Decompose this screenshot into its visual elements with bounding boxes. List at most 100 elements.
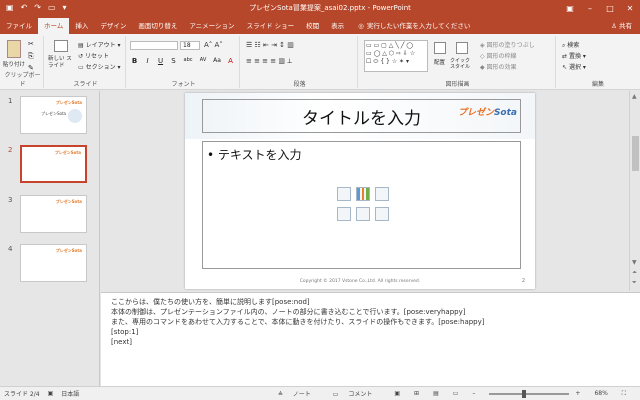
tab-transitions[interactable]: 画面切り替え — [132, 18, 183, 34]
new-slide-button[interactable]: 新しい スライド — [48, 56, 74, 70]
quick-styles-icon[interactable] — [456, 42, 468, 54]
previous-slide-icon[interactable]: ⏶ — [632, 269, 637, 277]
notes-pane[interactable]: ここからは、僕たちの使い方を、簡単に説明します[pose:nod] 本体の制御は… — [101, 292, 640, 386]
bold-button[interactable]: B — [130, 57, 139, 65]
shape-fill-label: 図形の塗りつぶし — [486, 42, 535, 49]
change-case-button[interactable]: Aa — [212, 57, 222, 65]
thumb-title: プレゼンSota — [41, 111, 67, 116]
tab-view[interactable]: 表示 — [325, 18, 350, 34]
share-button[interactable]: ♙ 共有 — [611, 18, 632, 34]
maximize-button[interactable]: □ — [600, 4, 620, 13]
align-icons[interactable]: ≡ ≡ ≡ ≡ ▥ ⟂ — [246, 57, 292, 66]
customize-qat-icon[interactable]: ▾ — [63, 4, 67, 12]
vertical-scrollbar[interactable]: ▲ ▼ ⏶ ⏷ — [629, 91, 640, 291]
ribbon-display-icon[interactable]: ▣ — [560, 4, 580, 13]
bullet-text[interactable]: • テキストを入力 — [207, 146, 302, 163]
arrange-icon[interactable] — [434, 42, 446, 54]
slideshow-view-icon[interactable]: ▭ — [453, 390, 459, 397]
minimize-button[interactable]: – — [580, 4, 600, 13]
window-title: プレゼンSota冒業提案_asai02.pptx - PowerPoint — [249, 4, 411, 12]
tab-animations[interactable]: アニメーション — [183, 18, 240, 34]
zoom-in-button[interactable]: + — [575, 390, 580, 397]
arrange-button[interactable]: 配置 — [434, 58, 445, 66]
italic-button[interactable]: I — [143, 57, 152, 65]
font-grow-shrink-icon[interactable]: A˄ A˅ — [204, 41, 223, 49]
content-placeholder[interactable]: • テキストを入力 — [202, 141, 521, 269]
shapes-gallery[interactable]: ▭ ▭ ▢ △ ╲ ╱ ◯ ▭ ◯ △ ⬡ ⇨ ⇩ ☆ ☐ ⬭ { } ☆ ✶ ▾ — [364, 40, 428, 72]
shape-outline-button[interactable]: ◇ 図形の枠線 — [480, 51, 517, 60]
redo-icon[interactable]: ↷ — [34, 4, 41, 12]
slide-counter: スライド 2/4 — [4, 391, 40, 398]
shadow-button[interactable]: S — [169, 57, 178, 65]
new-slide-icon[interactable] — [54, 40, 68, 52]
char-spacing-button[interactable]: AV — [198, 57, 208, 65]
language-indicator[interactable]: 日本語 — [61, 389, 79, 398]
editing-label: 編集 — [591, 81, 604, 88]
font-color-button[interactable]: A — [226, 57, 235, 65]
scroll-up-arrow-icon[interactable]: ▲ — [632, 93, 637, 100]
notes-line-5: [next] — [111, 338, 132, 346]
insert-chart-icon[interactable] — [356, 187, 370, 201]
slides-group: 新しい スライド ▤ レイアウト ▾ ↺ リセット ▭ セクション ▾ スライド — [46, 36, 126, 88]
strikethrough-button[interactable]: abc — [182, 57, 194, 65]
replace-label: 置換 — [568, 53, 581, 60]
copy-icon[interactable]: ⎘ — [28, 52, 34, 61]
slide-thumbnail-2[interactable]: プレゼンSota — [20, 145, 87, 183]
insert-picture-icon[interactable] — [337, 207, 351, 221]
insert-table-icon[interactable] — [337, 187, 351, 201]
reading-view-icon[interactable]: ▤ — [433, 390, 439, 397]
zoom-level[interactable]: 68% — [594, 390, 607, 397]
comments-toggle[interactable]: ▭ コメント — [333, 389, 381, 398]
quick-styles-button[interactable]: クイック スタイル — [450, 58, 474, 70]
bullets-icon[interactable]: ☰ ☷ ⇤ ⇥ ↕ ▥ — [246, 41, 294, 49]
normal-view-icon[interactable]: ▣ — [394, 390, 400, 397]
fit-to-window-icon[interactable]: ⛶ — [622, 390, 626, 398]
spellcheck-icon[interactable]: ▣ — [48, 390, 54, 397]
notes-toggle[interactable]: ≙ ノート — [278, 389, 319, 398]
cut-icon[interactable]: ✂ — [28, 40, 34, 48]
select-button[interactable]: ↖ 選択 ▾ — [562, 62, 586, 71]
tell-me-box[interactable]: ◎ 実行したい作業を入力してください — [358, 18, 470, 34]
tab-design[interactable]: デザイン — [94, 18, 132, 34]
title-bar: ▣ ↶ ↷ ▭ ▾ プレゼンSota冒業提案_asai02.pptx - Pow… — [0, 0, 640, 16]
present-icon[interactable]: ▭ — [48, 4, 56, 12]
tab-insert[interactable]: 挿入 — [69, 18, 94, 34]
tab-home[interactable]: ホーム — [38, 18, 70, 34]
scroll-down-arrow-icon[interactable]: ▼ — [632, 259, 637, 266]
slide-thumbnail-1[interactable]: プレゼンSota プレゼンSota — [20, 96, 87, 134]
paste-button[interactable]: 貼り付け — [3, 60, 25, 68]
zoom-slider-knob[interactable] — [522, 389, 527, 398]
font-size-field[interactable]: 18 — [180, 41, 200, 50]
save-icon[interactable]: ▣ — [6, 4, 14, 12]
tab-review[interactable]: 校閲 — [300, 18, 325, 34]
zoom-out-button[interactable]: – — [472, 390, 475, 397]
tab-file[interactable]: ファイル — [0, 18, 38, 34]
comment-icon: ▭ — [332, 391, 341, 398]
shape-effects-button[interactable]: ◆ 図形の効果 — [480, 62, 517, 71]
insert-video-icon[interactable] — [375, 207, 389, 221]
insert-online-picture-icon[interactable] — [356, 207, 370, 221]
scrollbar-thumb[interactable] — [632, 136, 639, 171]
layout-button[interactable]: ▤ レイアウト ▾ — [78, 40, 121, 49]
slide-number: 2 — [521, 278, 525, 284]
undo-icon[interactable]: ↶ — [21, 4, 28, 12]
replace-button[interactable]: ⇄ 置換 ▾ — [562, 51, 586, 60]
slide-thumbnail-3[interactable]: プレゼンSota — [20, 195, 87, 233]
notes-toggle-label: ノート — [292, 391, 311, 398]
next-slide-icon[interactable]: ⏷ — [632, 279, 637, 287]
insert-smartart-icon[interactable] — [375, 187, 389, 201]
tab-slideshow[interactable]: スライド ショー — [241, 18, 301, 34]
slide-sorter-icon[interactable]: ⊞ — [414, 390, 419, 397]
slide-thumbnail-4[interactable]: プレゼンSota — [20, 244, 87, 282]
insert-content-icons — [337, 187, 393, 229]
font-name-field[interactable] — [130, 41, 178, 50]
underline-button[interactable]: U — [156, 57, 165, 65]
paste-icon[interactable] — [7, 40, 21, 58]
zoom-slider[interactable] — [489, 389, 570, 398]
section-button[interactable]: ▭ セクション ▾ — [78, 62, 121, 71]
reset-button[interactable]: ↺ リセット — [78, 51, 109, 60]
find-button[interactable]: ⌕ 検索 — [562, 40, 579, 50]
shape-fill-button[interactable]: ◈ 図形の塗りつぶし — [480, 40, 535, 49]
thumb-number-3: 3 — [8, 196, 13, 204]
close-button[interactable]: ✕ — [620, 4, 640, 13]
